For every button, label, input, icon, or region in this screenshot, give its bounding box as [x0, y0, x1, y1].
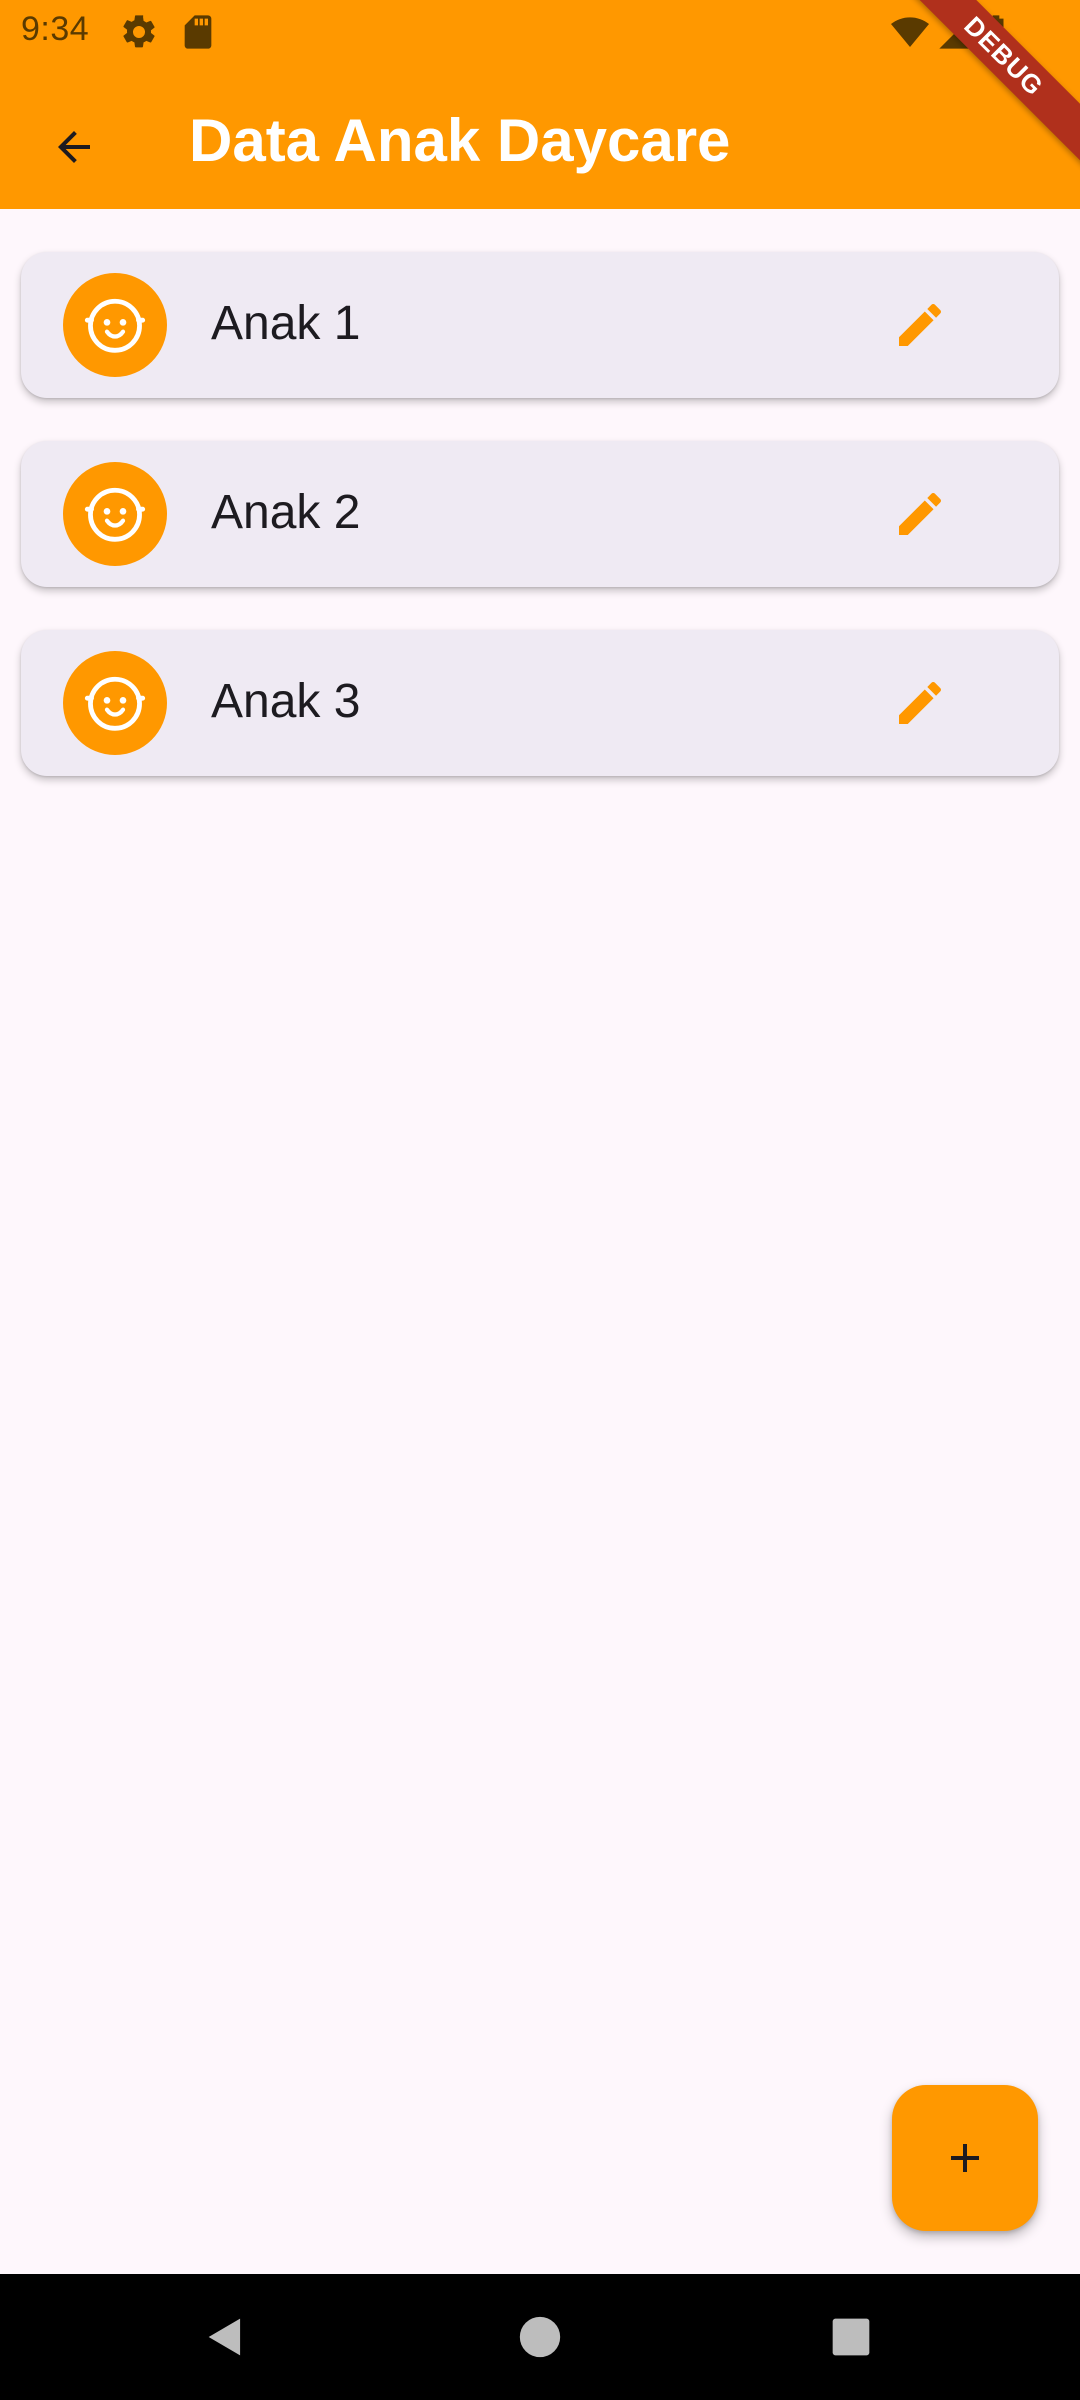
list-item[interactable]: Anak 3	[21, 630, 1059, 776]
edit-icon	[899, 681, 942, 724]
status-time: 9:34	[21, 10, 90, 48]
child-name: Anak 1	[211, 297, 361, 350]
avatar	[63, 651, 167, 755]
add-icon	[951, 2144, 979, 2172]
nav-home-button[interactable]	[500, 2297, 580, 2377]
child-face-icon	[84, 298, 146, 353]
square-recents-icon	[832, 2318, 870, 2356]
wifi-icon	[888, 12, 932, 52]
circle-home-icon	[519, 2316, 561, 2358]
page-title: Data Anak Daycare	[189, 107, 731, 174]
list-item[interactable]: Anak 2	[21, 441, 1059, 587]
edit-icon	[899, 492, 942, 535]
child-face-icon	[84, 487, 146, 542]
nav-recents-button[interactable]	[811, 2297, 891, 2377]
arrow-back-icon	[58, 131, 90, 163]
child-name: Anak 2	[211, 486, 361, 539]
status-bar: 9:34	[0, 0, 1080, 64]
nav-back-button[interactable]	[186, 2297, 266, 2377]
child-name: Anak 3	[211, 675, 361, 728]
avatar	[63, 273, 167, 377]
sd-card-icon	[178, 12, 218, 52]
top-header: 9:34 Data Anak Daycare DEBUG	[0, 0, 1080, 209]
list-item[interactable]: Anak 1	[21, 252, 1059, 398]
children-list: Anak 1 Anak 2 Anak 3	[21, 252, 1059, 819]
system-nav-bar	[0, 2274, 1080, 2400]
back-button[interactable]	[26, 99, 122, 195]
edit-button[interactable]	[872, 466, 968, 562]
app-bar: Data Anak Daycare	[0, 64, 1080, 209]
edit-button[interactable]	[872, 655, 968, 751]
avatar	[63, 462, 167, 566]
edit-button[interactable]	[872, 277, 968, 373]
settings-icon	[119, 12, 159, 52]
child-face-icon	[84, 676, 146, 731]
triangle-back-icon	[208, 2318, 241, 2356]
edit-icon	[899, 303, 942, 346]
add-child-button[interactable]	[892, 2085, 1038, 2231]
